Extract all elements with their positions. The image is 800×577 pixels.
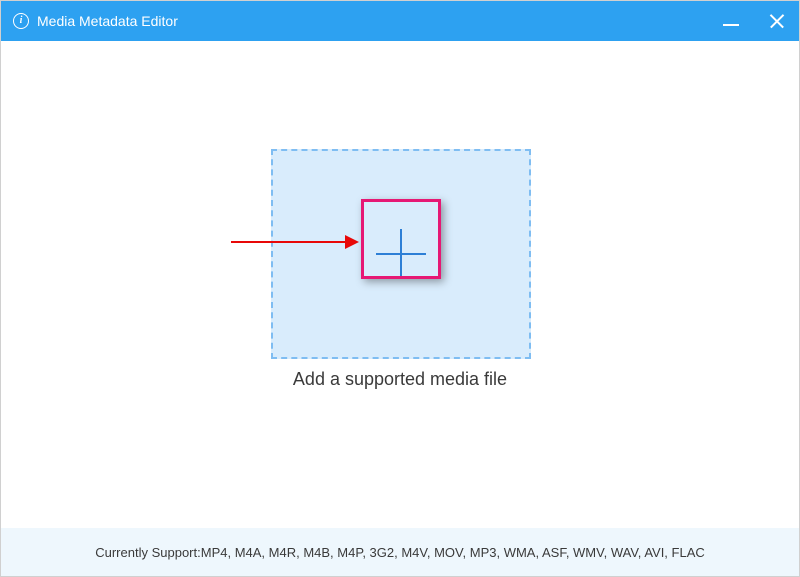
main-content: Add a supported media file: [1, 41, 799, 528]
minimize-button[interactable]: [723, 24, 739, 26]
close-button[interactable]: [767, 11, 787, 31]
window-title: Media Metadata Editor: [37, 13, 178, 29]
app-window: i Media Metadata Editor Add a supported …: [0, 0, 800, 577]
info-icon: i: [13, 13, 29, 29]
dropzone-prompt: Add a supported media file: [1, 369, 799, 390]
titlebar-left: i Media Metadata Editor: [13, 13, 178, 29]
footer-label: Currently Support:: [95, 545, 201, 560]
file-dropzone[interactable]: [271, 149, 531, 359]
supported-formats: MP4, M4A, M4R, M4B, M4P, 3G2, M4V, MOV, …: [201, 545, 705, 560]
titlebar-controls: [723, 11, 787, 31]
plus-icon: [376, 229, 426, 279]
footer-bar: Currently Support: MP4, M4A, M4R, M4B, M…: [1, 528, 799, 576]
titlebar: i Media Metadata Editor: [1, 1, 799, 41]
